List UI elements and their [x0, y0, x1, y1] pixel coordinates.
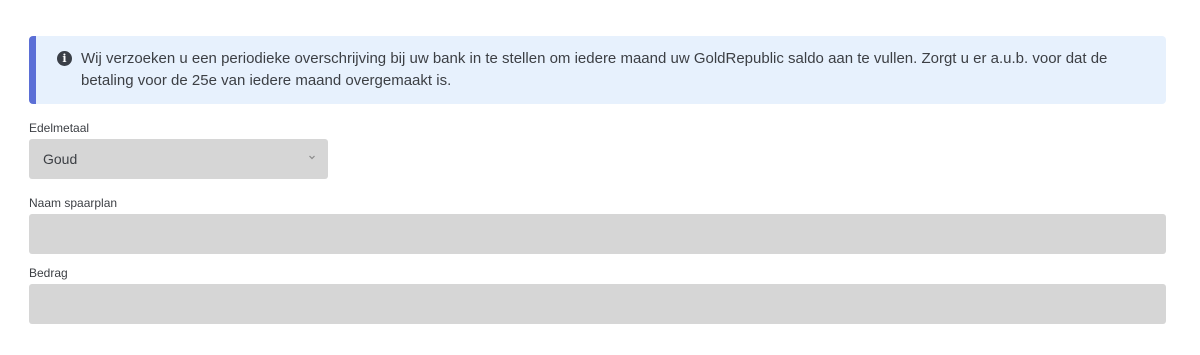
info-notice: i Wij verzoeken u een periodieke oversch… — [29, 36, 1166, 104]
chevron-down-icon — [309, 155, 315, 160]
amount-label: Bedrag — [29, 266, 68, 280]
info-circle-icon: i — [57, 51, 72, 66]
plan-name-label: Naam spaarplan — [29, 196, 118, 210]
info-notice-text: Wij verzoeken u een periodieke overschri… — [81, 50, 1108, 89]
metal-select-value: Goud — [43, 151, 78, 167]
metal-label: Edelmetaal — [29, 121, 90, 135]
plan-name-field[interactable] — [29, 214, 1166, 254]
savings-plan-form: i Wij verzoeken u een periodieke oversch… — [0, 0, 1200, 355]
amount-field[interactable] — [29, 284, 1166, 324]
metal-select[interactable]: Goud — [29, 139, 328, 179]
